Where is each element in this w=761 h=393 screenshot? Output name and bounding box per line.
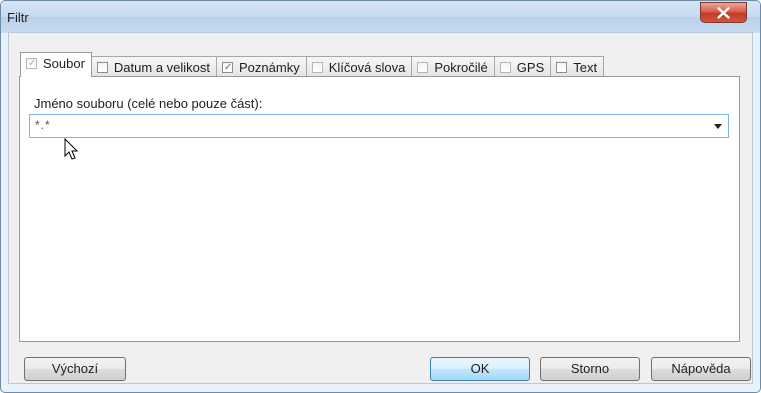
checkbox-check-icon: ✓	[224, 61, 233, 73]
tab-datum-a-velikost[interactable]: Datum a velikost	[90, 56, 218, 77]
tab-strip: ✓ Soubor Datum a velikost ✓ Poznámky Klí…	[20, 51, 605, 77]
tab-checkbox[interactable]: ✓	[26, 58, 37, 69]
tab-checkbox[interactable]	[499, 61, 511, 73]
tab-checkbox[interactable]	[311, 61, 323, 73]
tab-checkbox[interactable]	[556, 61, 568, 73]
tab-label: Soubor	[43, 56, 85, 71]
close-icon	[717, 7, 730, 19]
checkbox-check-icon: ✓	[28, 58, 37, 69]
tab-label: Poznámky	[239, 59, 300, 75]
tab-pokrocile[interactable]: Pokročilé	[411, 56, 495, 77]
tab-soubor[interactable]: ✓ Soubor	[20, 52, 92, 77]
tab-label: Text	[573, 59, 598, 75]
tab-gps[interactable]: GPS	[493, 56, 552, 77]
mouse-pointer-icon	[64, 138, 79, 160]
tab-text[interactable]: Text	[550, 56, 605, 77]
tab-label: Klíčová slova	[328, 59, 406, 75]
tab-poznamky[interactable]: ✓ Poznámky	[216, 56, 307, 77]
tab-checkbox[interactable]	[417, 61, 429, 73]
tab-checkbox[interactable]: ✓	[222, 61, 234, 73]
filename-combobox[interactable]: *.*	[29, 114, 729, 138]
filename-label: Jméno souboru (celé nebo pouze část):	[34, 96, 263, 111]
ok-button[interactable]: OK	[430, 357, 530, 381]
window-title: Filtr	[7, 10, 29, 25]
close-button[interactable]	[700, 2, 747, 23]
title-bar[interactable]: Filtr	[1, 1, 760, 33]
cancel-button[interactable]: Storno	[540, 357, 640, 381]
dropdown-arrow-icon[interactable]	[714, 124, 722, 129]
tab-label: GPS	[516, 59, 545, 75]
tab-label: Datum a velikost	[113, 59, 211, 75]
help-button[interactable]: Nápověda	[651, 357, 751, 381]
tab-klicova-slova[interactable]: Klíčová slova	[305, 56, 413, 77]
default-button[interactable]: Výchozí	[24, 357, 126, 381]
tab-label: Pokročilé	[434, 59, 488, 75]
tab-checkbox[interactable]	[96, 61, 108, 73]
filename-value[interactable]: *.*	[35, 118, 51, 132]
